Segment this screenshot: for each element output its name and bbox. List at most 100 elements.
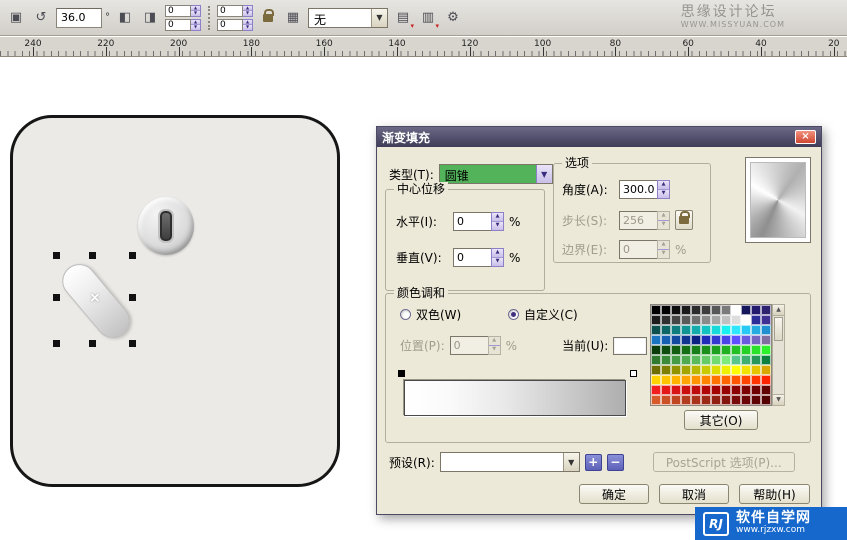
selection-handle-e[interactable]: [129, 294, 136, 301]
palette-color-swatch[interactable]: [741, 395, 751, 405]
palette-color-swatch[interactable]: [731, 305, 741, 315]
palette-color-swatch[interactable]: [731, 335, 741, 345]
palette-color-swatch[interactable]: [721, 305, 731, 315]
keyhole-shape[interactable]: [138, 197, 194, 255]
palette-color-swatch[interactable]: [711, 345, 721, 355]
palette-color-swatch[interactable]: [721, 355, 731, 365]
palette-color-swatch[interactable]: [741, 355, 751, 365]
palette-color-swatch[interactable]: [721, 385, 731, 395]
type-dropdown[interactable]: 圆锥 ▼: [439, 164, 553, 184]
palette-color-swatch[interactable]: [761, 375, 771, 385]
spin-down-icon[interactable]: ▼: [191, 24, 200, 30]
palette-color-swatch[interactable]: [711, 365, 721, 375]
palette-color-swatch[interactable]: [711, 395, 721, 405]
palette-color-swatch[interactable]: [651, 385, 661, 395]
switch-plate-shape[interactable]: ×: [10, 115, 340, 487]
palette-color-swatch[interactable]: [761, 385, 771, 395]
offset-y-bottom-input[interactable]: 0: [217, 19, 243, 31]
palette-color-swatch[interactable]: [751, 335, 761, 345]
palette-color-swatch[interactable]: [651, 325, 661, 335]
palette-color-swatch[interactable]: [691, 335, 701, 345]
angle-spin-buttons[interactable]: ▲▼: [657, 180, 670, 199]
scroll-down-icon[interactable]: ▼: [773, 394, 784, 405]
palette-color-swatch[interactable]: [721, 315, 731, 325]
cancel-button[interactable]: 取消: [659, 484, 729, 504]
palette-color-swatch[interactable]: [751, 375, 761, 385]
offset-x-top-spinner[interactable]: ▲▼: [191, 5, 201, 17]
palette-color-swatch[interactable]: [691, 315, 701, 325]
palette-color-swatch[interactable]: [651, 375, 661, 385]
outline-style-dropdown[interactable]: 无 ▼: [308, 8, 388, 28]
selection-handle-w[interactable]: [53, 294, 60, 301]
close-button[interactable]: ×: [795, 130, 816, 144]
palette-color-swatch[interactable]: [711, 335, 721, 345]
palette-color-swatch[interactable]: [691, 325, 701, 335]
wrap-paragraph-icon[interactable]: ▤: [393, 8, 413, 28]
palette-color-swatch[interactable]: [751, 325, 761, 335]
palette-color-swatch[interactable]: [701, 395, 711, 405]
palette-color-swatch[interactable]: [651, 395, 661, 405]
palette-color-swatch[interactable]: [721, 325, 731, 335]
palette-color-swatch[interactable]: [681, 355, 691, 365]
offset-x-top-input[interactable]: 0: [165, 5, 191, 17]
spin-down-icon[interactable]: ▼: [492, 221, 503, 230]
angle-spinner[interactable]: 300.0 ▲▼: [619, 180, 670, 199]
gradient-ramp-bar[interactable]: [404, 380, 626, 416]
remove-preset-button[interactable]: −: [607, 454, 624, 471]
offset-x-bottom-spinner[interactable]: ▲▼: [191, 19, 201, 31]
radio-circle-icon[interactable]: [508, 309, 519, 320]
chevron-down-icon[interactable]: ▼: [563, 453, 579, 471]
palette-color-swatch[interactable]: [661, 305, 671, 315]
palette-color-swatch[interactable]: [681, 395, 691, 405]
palette-color-swatch[interactable]: [671, 335, 681, 345]
lock-position-icon[interactable]: ▣: [6, 8, 26, 28]
palette-color-swatch[interactable]: [651, 305, 661, 315]
chevron-down-icon[interactable]: ▼: [371, 9, 387, 27]
palette-color-swatch[interactable]: [701, 355, 711, 365]
palette-color-swatch[interactable]: [651, 355, 661, 365]
palette-color-swatch[interactable]: [751, 365, 761, 375]
palette-color-swatch[interactable]: [731, 315, 741, 325]
presets-dropdown[interactable]: ▼: [440, 452, 580, 472]
palette-color-swatch[interactable]: [661, 355, 671, 365]
spin-down-icon[interactable]: ▼: [658, 189, 669, 198]
palette-color-swatch[interactable]: [761, 365, 771, 375]
palette-color-swatch[interactable]: [691, 395, 701, 405]
palette-color-swatch[interactable]: [741, 345, 751, 355]
behind-text-icon[interactable]: ▥: [418, 8, 438, 28]
ok-button[interactable]: 确定: [579, 484, 649, 504]
steps-lock-button[interactable]: [675, 210, 693, 230]
palette-color-swatch[interactable]: [721, 395, 731, 405]
palette-color-swatch[interactable]: [751, 395, 761, 405]
palette-color-swatch[interactable]: [681, 375, 691, 385]
palette-color-swatch[interactable]: [661, 365, 671, 375]
palette-color-swatch[interactable]: [721, 345, 731, 355]
spin-up-icon[interactable]: ▲: [492, 213, 503, 221]
palette-color-swatch[interactable]: [661, 345, 671, 355]
palette-color-swatch[interactable]: [731, 375, 741, 385]
palette-color-swatch[interactable]: [701, 315, 711, 325]
palette-color-swatch[interactable]: [761, 355, 771, 365]
custom-radio[interactable]: 自定义(C): [508, 306, 578, 323]
palette-color-swatch[interactable]: [681, 345, 691, 355]
selection-handle-sw[interactable]: [53, 340, 60, 347]
spin-down-icon[interactable]: ▼: [243, 24, 252, 30]
current-color-swatch[interactable]: [613, 337, 647, 355]
palette-color-swatch[interactable]: [701, 305, 711, 315]
spin-down-icon[interactable]: ▼: [243, 10, 252, 16]
palette-color-swatch[interactable]: [741, 385, 751, 395]
dialog-titlebar[interactable]: 渐变填充 ×: [377, 127, 821, 147]
palette-color-swatch[interactable]: [711, 355, 721, 365]
palette-color-swatch[interactable]: [681, 335, 691, 345]
offset-y-top-spinner[interactable]: ▲▼: [243, 5, 253, 17]
palette-color-swatch[interactable]: [661, 395, 671, 405]
palette-color-swatch[interactable]: [741, 315, 751, 325]
palette-color-swatch[interactable]: [711, 315, 721, 325]
palette-color-swatch[interactable]: [711, 325, 721, 335]
palette-color-swatch[interactable]: [731, 355, 741, 365]
palette-color-swatch[interactable]: [691, 375, 701, 385]
palette-color-swatch[interactable]: [701, 335, 711, 345]
scrollbar-thumb[interactable]: [774, 317, 783, 341]
palette-color-swatch[interactable]: [751, 345, 761, 355]
gear-icon[interactable]: ⚙: [443, 8, 463, 28]
